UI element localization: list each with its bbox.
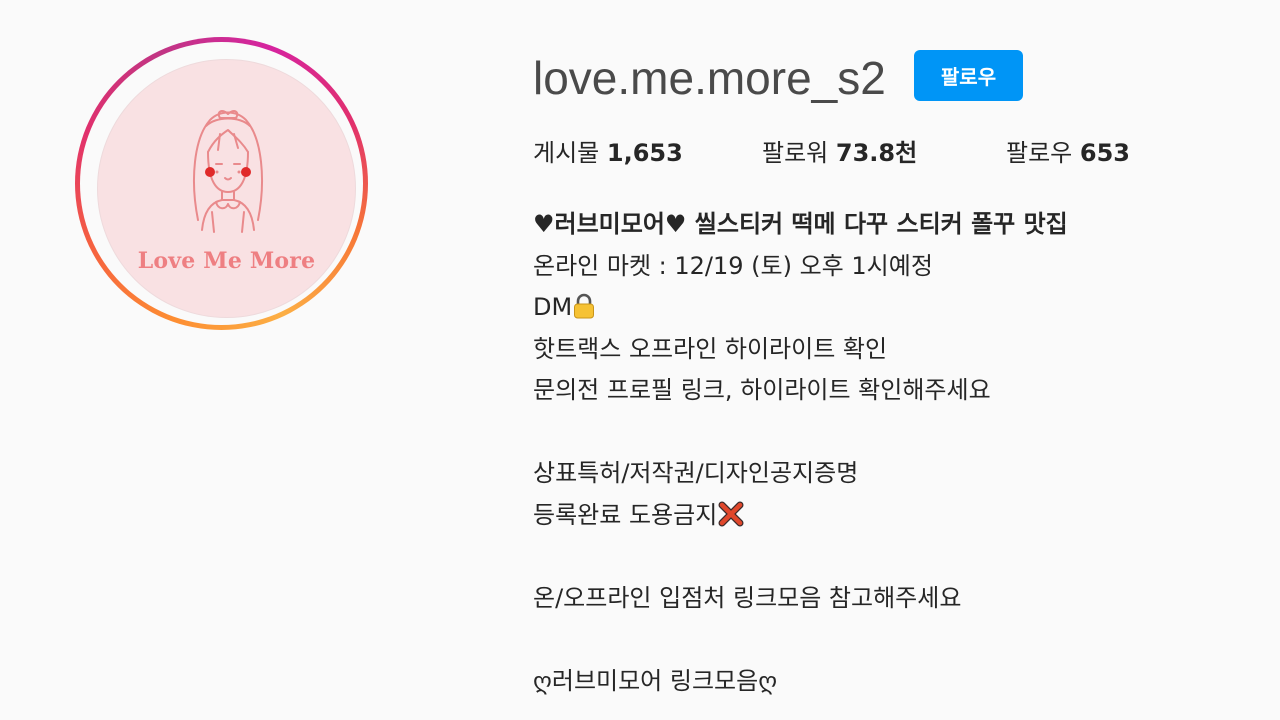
profile-avatar-story-ring[interactable]: Love Me More — [75, 37, 368, 330]
bio-dm-text: DM — [533, 293, 573, 321]
profile-bio: ♥러브미모어♥ 씰스티커 떡메 다꾸 스티커 폴꾸 맛집 온라인 마켓 : 12… — [533, 204, 1253, 702]
following-value: 653 — [1079, 139, 1130, 167]
followers-count[interactable]: 팔로워 73.8천 — [762, 137, 917, 169]
followers-label: 팔로워 — [762, 139, 829, 167]
bio-line-dm: DM — [533, 287, 1253, 329]
posts-label: 게시물 — [533, 139, 600, 167]
follow-button[interactable]: 팔로우 — [914, 50, 1023, 101]
profile-username: love.me.more_s2 — [533, 52, 886, 104]
avatar: Love Me More — [97, 59, 356, 318]
posts-value: 1,653 — [606, 139, 683, 167]
bio-line: 온/오프라인 입점처 링크모음 참고해주세요 — [533, 583, 962, 612]
bio-warning-text: 등록완료 도용금지 — [533, 500, 718, 529]
avatar-brand-text: Love Me More — [137, 248, 316, 274]
bio-line: 상표특허/저작권/디자인공지증명 — [533, 459, 859, 487]
bio-link-collection[interactable]: ღ러브미모어 링크모음ღ — [533, 661, 1253, 703]
cross-mark-icon — [718, 499, 744, 541]
bio-line: 온라인 마켓 : 12/19 (토) 오후 1시예정 — [533, 251, 933, 280]
profile-page: Love Me More love.me.more_s2 팔로우 게시물 1,6… — [0, 0, 1280, 720]
following-label: 팔로우 — [1006, 139, 1073, 167]
bio-line: 핫트랙스 오프라인 하이라이트 확인 — [533, 334, 888, 363]
followers-value: 73.8천 — [835, 139, 918, 167]
bio-line: 문의전 프로필 링크, 하이라이트 확인해주세요 — [533, 376, 991, 404]
bio-name: ♥러브미모어♥ 씰스티커 떡메 다꾸 스티커 폴꾸 맛집 — [533, 210, 1068, 238]
girl-illustration — [193, 110, 263, 233]
bio-line-warning: 등록완료 도용금지 — [533, 495, 1253, 537]
following-count[interactable]: 팔로우 653 — [1006, 137, 1130, 169]
lock-icon — [573, 291, 595, 333]
posts-count: 게시물 1,653 — [533, 137, 683, 169]
